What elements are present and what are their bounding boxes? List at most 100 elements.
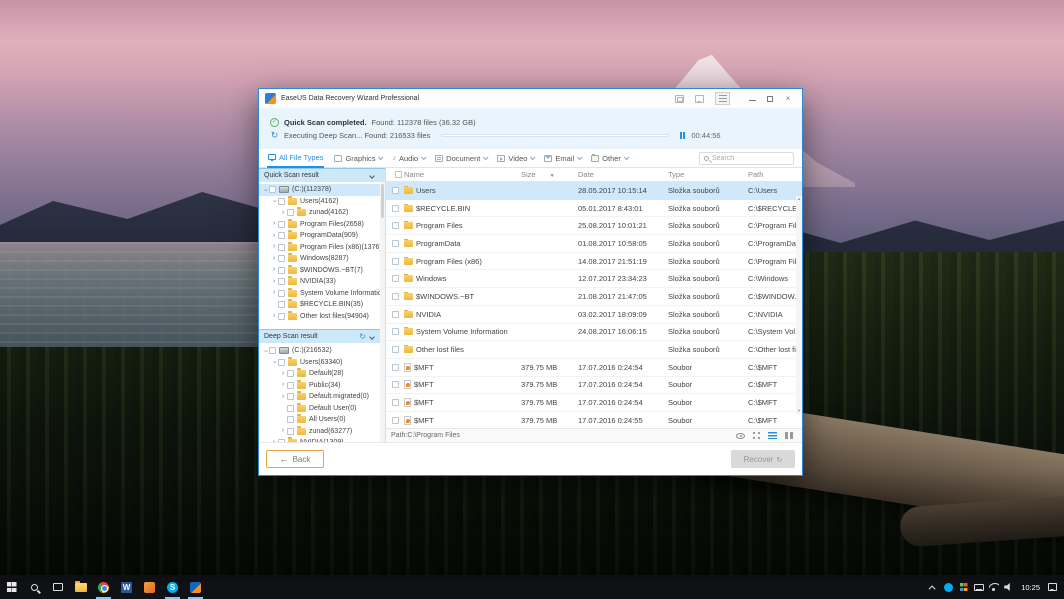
list-view-icon[interactable]: [768, 432, 777, 439]
expander-icon[interactable]: ›: [261, 186, 269, 194]
tree-checkbox[interactable]: [269, 347, 276, 354]
color-grid-tray-icon[interactable]: [956, 575, 971, 599]
column-header-date[interactable]: Date: [578, 170, 668, 179]
tree-item[interactable]: ›NVIDIA(1309): [259, 437, 385, 442]
taskbar-easeus-button[interactable]: [184, 575, 207, 599]
tree-item[interactable]: ›Windows(8287): [259, 253, 385, 265]
filter-other[interactable]: Other: [591, 154, 628, 163]
tree-item[interactable]: ›Users(4162): [259, 196, 385, 208]
expander-icon[interactable]: ›: [279, 370, 287, 378]
expander-icon[interactable]: ›: [270, 255, 278, 263]
tree-checkbox[interactable]: [287, 428, 294, 435]
expander-icon[interactable]: ›: [270, 197, 278, 205]
pause-scan-icon[interactable]: [679, 132, 686, 139]
expander-icon[interactable]: ›: [270, 220, 278, 228]
tree-checkbox[interactable]: [278, 290, 285, 297]
volume-icon[interactable]: [1001, 575, 1016, 599]
table-row[interactable]: $MFT379.75 MB17.07.2016 0:24:54SouborC:\…: [386, 359, 802, 377]
filter-audio[interactable]: ♪Audio: [392, 154, 425, 163]
expander-icon[interactable]: ›: [270, 266, 278, 274]
taskbar-chrome-button[interactable]: [92, 575, 115, 599]
tree-checkbox[interactable]: [278, 232, 285, 239]
row-checkbox[interactable]: [392, 311, 399, 318]
taskbar-start-button[interactable]: [0, 575, 23, 599]
skype-tray-icon[interactable]: [941, 575, 956, 599]
taskbar-word-button[interactable]: [115, 575, 138, 599]
tree-checkbox[interactable]: [278, 313, 285, 320]
table-scrollbar[interactable]: ▲▼: [796, 196, 802, 414]
taskbar-clock[interactable]: 10:25: [1016, 575, 1045, 599]
tree-checkbox[interactable]: [287, 393, 294, 400]
capture-icon[interactable]: [675, 95, 684, 103]
expander-icon[interactable]: ›: [270, 312, 278, 320]
row-checkbox[interactable]: [392, 399, 399, 406]
tree-item[interactable]: ›Public(34): [259, 380, 385, 392]
deep-scan-panel-header[interactable]: Deep Scan result: [259, 329, 385, 343]
tree-item[interactable]: ›(C:)(216532): [259, 345, 385, 357]
preview-eye-icon[interactable]: [736, 433, 745, 439]
tree-checkbox[interactable]: [287, 209, 294, 216]
table-row[interactable]: $MFT379.75 MB17.07.2016 0:24:55SouborC:\…: [386, 412, 802, 428]
maximize-button[interactable]: [762, 92, 778, 106]
quick-scan-panel-header[interactable]: Quick Scan result: [259, 168, 385, 182]
filter-video[interactable]: Video: [497, 154, 534, 163]
tree-checkbox[interactable]: [287, 382, 294, 389]
row-checkbox[interactable]: [392, 346, 399, 353]
row-checkbox[interactable]: [392, 417, 399, 424]
tree-checkbox[interactable]: [287, 370, 294, 377]
titlebar[interactable]: EaseUS Data Recovery Wizard Professional…: [259, 89, 802, 108]
filter-graphics[interactable]: Graphics: [334, 154, 382, 163]
row-checkbox[interactable]: [392, 293, 399, 300]
tree-checkbox[interactable]: [278, 278, 285, 285]
expander-icon[interactable]: ›: [270, 232, 278, 240]
chevron-down-icon[interactable]: [369, 334, 375, 340]
search-input[interactable]: [712, 155, 782, 162]
expander-icon[interactable]: ›: [270, 439, 278, 442]
taskbar-skype-button[interactable]: [161, 575, 184, 599]
close-button[interactable]: ×: [780, 92, 796, 106]
tree-item[interactable]: $RECYCLE.BIN(35): [259, 299, 385, 311]
column-header-size[interactable]: Size▼: [521, 170, 578, 179]
tray-expand-icon[interactable]: [926, 575, 941, 599]
table-row[interactable]: ProgramData01.08.2017 10:58:05Složka sou…: [386, 235, 802, 253]
tree-checkbox[interactable]: [269, 186, 276, 193]
table-row[interactable]: Users28.05.2017 10:15:14Složka souborůC:…: [386, 182, 802, 200]
table-row[interactable]: $RECYCLE.BIN05.01.2017 8:43:01Složka sou…: [386, 200, 802, 218]
column-header-name[interactable]: Name: [404, 170, 521, 179]
action-center-icon[interactable]: [1045, 575, 1060, 599]
tree-item[interactable]: ›zunad(4162): [259, 207, 385, 219]
tree-item[interactable]: ›Program Files(2658): [259, 219, 385, 231]
table-row[interactable]: Windows12.07.2017 23:34:23Složka souborů…: [386, 270, 802, 288]
expander-icon[interactable]: ›: [270, 289, 278, 297]
touch-keyboard-icon[interactable]: [971, 575, 986, 599]
table-row[interactable]: Other lost filesSložka souborůC:\Other l…: [386, 341, 802, 359]
tree-checkbox[interactable]: [278, 301, 285, 308]
search-box[interactable]: [699, 152, 794, 165]
filter-document[interactable]: Document: [435, 154, 487, 163]
feedback-icon[interactable]: [695, 95, 704, 103]
thumbnail-grid-icon[interactable]: [753, 432, 760, 439]
tree-item[interactable]: Default User(0): [259, 403, 385, 415]
table-row[interactable]: Program Files25.08.2017 10:01:21Složka s…: [386, 217, 802, 235]
tree-item[interactable]: ›ProgramData(909): [259, 230, 385, 242]
chevron-down-icon[interactable]: [369, 173, 375, 179]
table-row[interactable]: $MFT379.75 MB17.07.2016 0:24:54SouborC:\…: [386, 394, 802, 412]
tree-checkbox[interactable]: [278, 255, 285, 262]
expander-icon[interactable]: ›: [261, 347, 269, 355]
tree-item[interactable]: ›(C:)(112378): [259, 184, 385, 196]
taskbar-file-explorer-button[interactable]: [69, 575, 92, 599]
tree-checkbox[interactable]: [287, 405, 294, 412]
tree-item[interactable]: ›Default(28): [259, 368, 385, 380]
select-all-checkbox[interactable]: [395, 171, 402, 178]
row-checkbox[interactable]: [392, 364, 399, 371]
column-header-path[interactable]: Path: [748, 170, 802, 179]
minimize-button[interactable]: [744, 92, 760, 106]
row-checkbox[interactable]: [392, 240, 399, 247]
row-checkbox[interactable]: [392, 222, 399, 229]
taskbar-orange-app-button[interactable]: [138, 575, 161, 599]
tree-item[interactable]: ›zunad(63277): [259, 426, 385, 438]
table-row[interactable]: $MFT379.75 MB17.07.2016 0:24:54SouborC:\…: [386, 377, 802, 395]
tree-item[interactable]: ›Other lost files(94904): [259, 311, 385, 323]
tree-item[interactable]: ›Program Files (x86)(1376): [259, 242, 385, 254]
tree-checkbox[interactable]: [278, 359, 285, 366]
